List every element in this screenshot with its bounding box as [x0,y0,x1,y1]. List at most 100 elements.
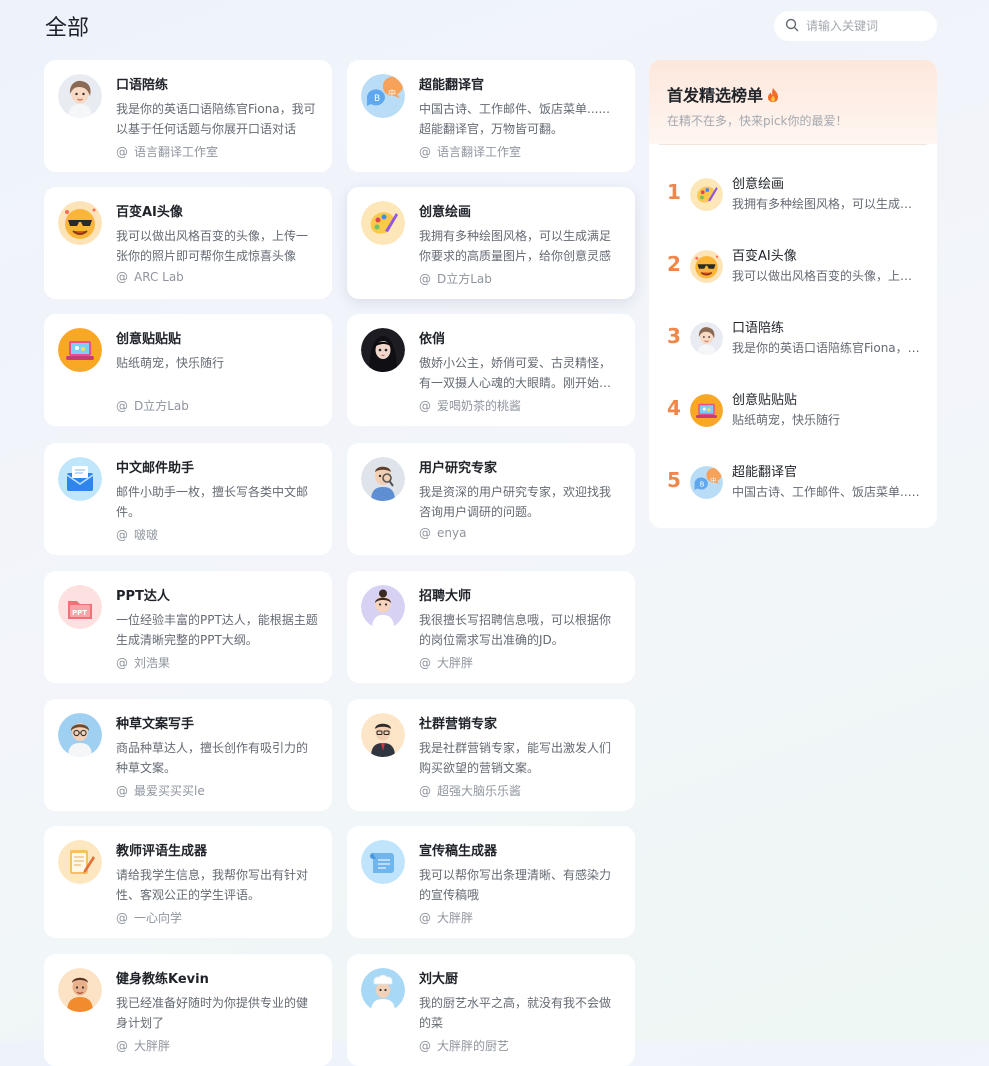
agent-author: @ 语言翻译工作室 [419,143,521,160]
author-name: 大胖胖 [437,911,474,925]
scroll-paper-icon [361,840,405,884]
agent-description: 一位经验丰富的PPT达人，能根据主题生成清晰完整的PPT大纲。 [116,613,318,647]
at-icon: @ [419,526,431,540]
agent-author: @ 最爱买买买le [116,782,205,799]
rank-number: 2 [667,252,681,276]
agent-description: 我可以做出风格百变的头像，上传一张你的照片即可帮你生成惊喜头像 [116,229,309,263]
agent-author: @ 爱喝奶茶的桃酱 [419,397,521,414]
translate-bubbles-icon: B中 [690,466,723,499]
author-name: 语言翻译工作室 [437,145,522,159]
paint-palette-icon [690,178,723,211]
svg-text:中: 中 [388,88,396,98]
agent-description: 我很擅长写招聘信息哦，可以根据你的岗位需求写出准确的JD。 [419,613,612,647]
ranking-item-name: 口语陪练 [732,321,785,336]
agent-card[interactable]: PPT PPT达人 一位经验丰富的PPT达人，能根据主题生成清晰完整的PPT大纲。 @… [44,571,332,683]
author-name: 啵啵 [134,528,159,542]
agent-card[interactable]: 中文邮件助手 邮件小助手一枚，擅长写各类中文邮件。 @ 啵啵 [44,443,332,555]
agent-name: 创意贴贴贴 [116,332,182,347]
at-icon: @ [419,145,431,159]
search-input[interactable] [806,19,926,33]
ranking-item-description: 我是你的英语口语陪练官Fiona，我可以基于任何话题 [732,341,922,355]
ranking-subtitle: 在精不在多，快来pick你的最爱！ [667,114,848,128]
businessman-icon [361,713,405,757]
agent-name: 健身教练Kevin [116,972,209,987]
translate-bubbles-icon: B中 [361,74,405,118]
agent-card[interactable]: 创意贴贴贴 贴纸萌宠，快乐随行 @ D立方Lab [44,314,332,426]
at-icon: @ [419,399,431,413]
author-name: 一心向学 [134,911,183,925]
search-box[interactable] [774,11,937,41]
agent-author: @ ARC Lab [116,270,184,284]
agent-description: 我的厨艺水平之高，就没有我不会做的菜 [419,996,612,1030]
author-name: 大胖胖 [134,1039,171,1053]
rank-number: 5 [667,468,681,492]
ranking-item[interactable]: 3 口语陪练我是你的英语口语陪练官Fiona，我可以基于任何话题 [649,310,937,360]
sunglasses-emoji-icon [58,201,102,245]
at-icon: @ [116,784,128,798]
author-name: 爱喝奶茶的桃酱 [437,399,522,413]
sticker-laptop-icon [58,328,102,372]
sunglasses-emoji-icon [690,250,723,283]
agent-card[interactable]: 招聘大师我很擅长写招聘信息哦，可以根据你的岗位需求写出准确的JD。 @ 大胖胖 [347,571,635,683]
search-icon [785,17,799,36]
rank-number: 1 [667,180,681,204]
agent-name: 口语陪练 [116,78,169,93]
ranking-header: 首发精选榜单 在精不在多，快来pick你的最爱！ [649,60,937,144]
ranking-title: 首发精选榜单 [667,82,919,106]
ranking-item[interactable]: 4 创意贴贴贴 贴纸萌宠，快乐随行 [649,382,937,432]
agent-card[interactable]: 教师评语生成器 请给我学生信息，我帮你写出有针对性、客观公正的学生评语。 @ 一心向学 [44,826,332,938]
author-name: 大胖胖的厨艺 [437,1039,510,1053]
ranking-item-description: 中国古诗、工作邮件、饭店菜单......超能翻译官 [732,485,922,499]
author-name: D立方Lab [134,399,189,413]
recruiter-woman-icon [361,585,405,629]
agent-name: 招聘大师 [419,589,472,604]
at-icon: @ [419,784,431,798]
author-name: 超强大脑乐乐酱 [437,784,522,798]
agent-description: 邮件小助手一枚，擅长写各类中文邮件。 [116,485,309,519]
at-icon: @ [116,270,128,284]
agent-name: 种草文案写手 [116,717,195,732]
agent-card[interactable]: 刘大厨 我的厨艺水平之高，就没有我不会做的菜 @ 大胖胖的厨艺 [347,954,635,1066]
at-icon: @ [116,1039,128,1053]
at-icon: @ [419,656,431,670]
ranking-panel: 首发精选榜单 在精不在多，快来pick你的最爱！ 1 创意绘画 我拥有多种绘图风格，… [649,60,937,528]
at-icon: @ [116,656,128,670]
at-icon: @ [419,272,431,286]
ranking-item-name: 超能翻译官 [732,465,798,480]
at-icon: @ [419,911,431,925]
author-name: ARC Lab [134,270,184,284]
agent-card[interactable]: 健身教练Kevin 我已经准备好随时为你提供专业的健身计划了 @ 大胖胖 [44,954,332,1066]
author-name: D立方Lab [437,272,492,286]
woman-avatar-icon [690,322,723,355]
agent-card[interactable]: 百变AI头像我可以做出风格百变的头像，上传一张你的照片即可帮你生成惊喜头像 @ AR… [44,187,332,299]
author-name: 刘浩果 [134,656,171,670]
agent-card[interactable]: 宣传稿生成器 我可以帮你写出条理清晰、有感染力的宣传稿哦 @ 大胖胖 [347,826,635,938]
at-icon: @ [116,399,128,413]
agent-card[interactable]: 口语陪练 我是你的英语口语陪练官Fiona，我可以基于任何话题与你展开口语对话 @ 语… [44,60,332,172]
agent-card[interactable]: 创意绘画 我拥有多种绘图风格，可以生成满足你要求的高质量图片，给你创意灵感 @ D立方… [347,187,635,299]
ranking-item-name: 百变AI头像 [732,249,797,264]
agent-card[interactable]: B 中超能翻译官 中国古诗、工作邮件、饭店菜单......超能翻译官，万物皆可翻。 @… [347,60,635,172]
paint-palette-icon [361,201,405,245]
agent-card[interactable]: 用户研究专家 我是资深的用户研究专家，欢迎找我咨询用户调研的问题。 @ enya [347,443,635,555]
at-icon: @ [116,911,128,925]
author-name: enya [437,526,467,540]
svg-text:B: B [374,94,380,104]
notepad-pencil-icon [58,840,102,884]
agent-card[interactable]: 依俏傲娇小公主，娇俏可爱、古灵精怪，有一双摄人心魂的大眼睛。刚开始有点高冷 @ 爱喝… [347,314,635,426]
ranking-item[interactable]: 5 B中超能翻译官中国古诗、工作邮件、饭店菜单......超能翻译官 [649,454,937,504]
author-name: 语言翻译工作室 [134,145,219,159]
agent-card[interactable]: 种草文案写手商品种草达人，擅长创作有吸引力的种草文案。 @ 最爱买买买le [44,699,332,811]
ranking-item[interactable]: 2 百变AI头像我可以做出风格百变的头像，上传一张你的照片即可 [649,238,937,288]
ranking-item[interactable]: 1 创意绘画我拥有多种绘图风格，可以生成满足你要求的高质量图片 [649,166,937,216]
fitness-coach-icon [58,968,102,1012]
ranking-item-description: 我拥有多种绘图风格，可以生成满足你要求的高质量图片 [732,197,922,211]
agent-name: 社群营销专家 [419,717,498,732]
author-name: 大胖胖 [437,656,474,670]
writer-glasses-icon [58,713,102,757]
agent-name: 百变AI头像 [116,205,183,220]
agent-description: 商品种草达人，擅长创作有吸引力的种草文案。 [116,741,309,775]
agent-description: 我已经准备好随时为你提供专业的健身计划了 [116,996,309,1030]
agent-card[interactable]: 社群营销专家 我是社群营销专家，能写出激发人们购买欲望的营销文案。 @ 超强大脑乐乐酱 [347,699,635,811]
agent-name: 教师评语生成器 [116,844,208,859]
